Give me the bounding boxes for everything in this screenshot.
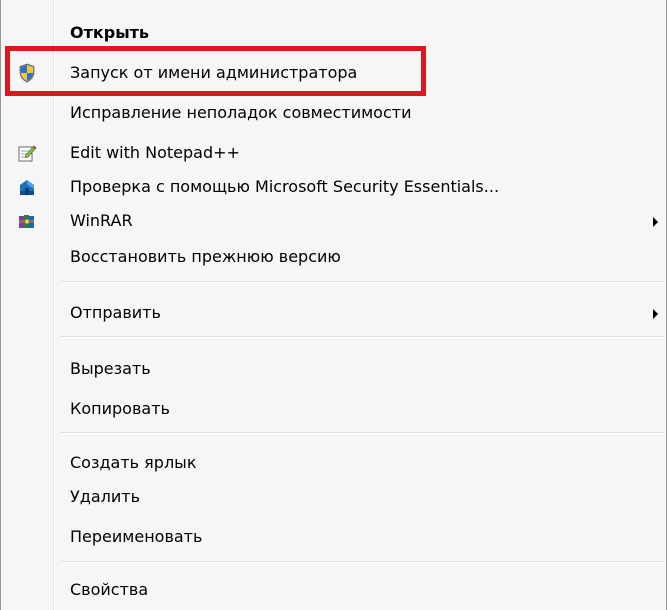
menu-item-scan-security-essentials[interactable]: Проверка с помощью Microsoft Security Es… bbox=[1, 171, 666, 203]
notepad-plus-plus-icon bbox=[17, 143, 37, 163]
menu-separator bbox=[61, 432, 664, 434]
menu-item-create-shortcut[interactable]: Создать ярлык bbox=[1, 447, 666, 479]
menu-separator bbox=[61, 281, 664, 283]
menu-item-label: WinRAR bbox=[70, 211, 133, 230]
submenu-arrow-icon bbox=[653, 309, 658, 319]
menu-item-properties[interactable]: Свойства bbox=[1, 574, 666, 606]
menu-item-send-to[interactable]: Отправить bbox=[1, 297, 666, 329]
menu-item-label: Удалить bbox=[70, 487, 140, 506]
menu-item-label: Открыть bbox=[70, 23, 150, 42]
menu-item-winrar[interactable]: WinRAR bbox=[1, 205, 666, 237]
menu-item-label: Edit with Notepad++ bbox=[70, 143, 240, 162]
menu-item-open[interactable]: Открыть bbox=[1, 17, 666, 49]
menu-separator bbox=[61, 561, 664, 563]
submenu-arrow-icon bbox=[653, 217, 658, 227]
menu-item-cut[interactable]: Вырезать bbox=[1, 353, 666, 385]
context-menu: Открыть Запуск от имени администратора И… bbox=[0, 0, 667, 610]
winrar-icon bbox=[17, 211, 37, 231]
menu-separator bbox=[61, 336, 664, 338]
menu-item-run-as-admin[interactable]: Запуск от имени администратора bbox=[1, 57, 666, 89]
menu-item-delete[interactable]: Удалить bbox=[1, 481, 666, 513]
menu-item-edit-notepad[interactable]: Edit with Notepad++ bbox=[1, 137, 666, 169]
menu-item-label: Переименовать bbox=[70, 527, 203, 546]
menu-item-label: Свойства bbox=[70, 580, 149, 599]
menu-item-label: Исправление неполадок совместимости bbox=[70, 103, 412, 122]
menu-item-copy[interactable]: Копировать bbox=[1, 393, 666, 425]
menu-item-label: Восстановить прежнюю версию bbox=[70, 247, 341, 266]
menu-item-label: Копировать bbox=[70, 399, 170, 418]
menu-item-label: Запуск от имени администратора bbox=[70, 63, 358, 82]
security-essentials-icon bbox=[17, 177, 37, 197]
menu-item-label: Вырезать bbox=[70, 359, 151, 378]
menu-item-label: Отправить bbox=[70, 303, 161, 322]
menu-item-rename[interactable]: Переименовать bbox=[1, 521, 666, 553]
menu-item-restore-previous-version[interactable]: Восстановить прежнюю версию bbox=[1, 241, 666, 273]
menu-item-troubleshoot-compatibility[interactable]: Исправление неполадок совместимости bbox=[1, 97, 666, 129]
menu-item-label: Проверка с помощью Microsoft Security Es… bbox=[70, 177, 500, 196]
menu-item-label: Создать ярлык bbox=[70, 453, 197, 472]
uac-shield-icon bbox=[17, 63, 37, 83]
